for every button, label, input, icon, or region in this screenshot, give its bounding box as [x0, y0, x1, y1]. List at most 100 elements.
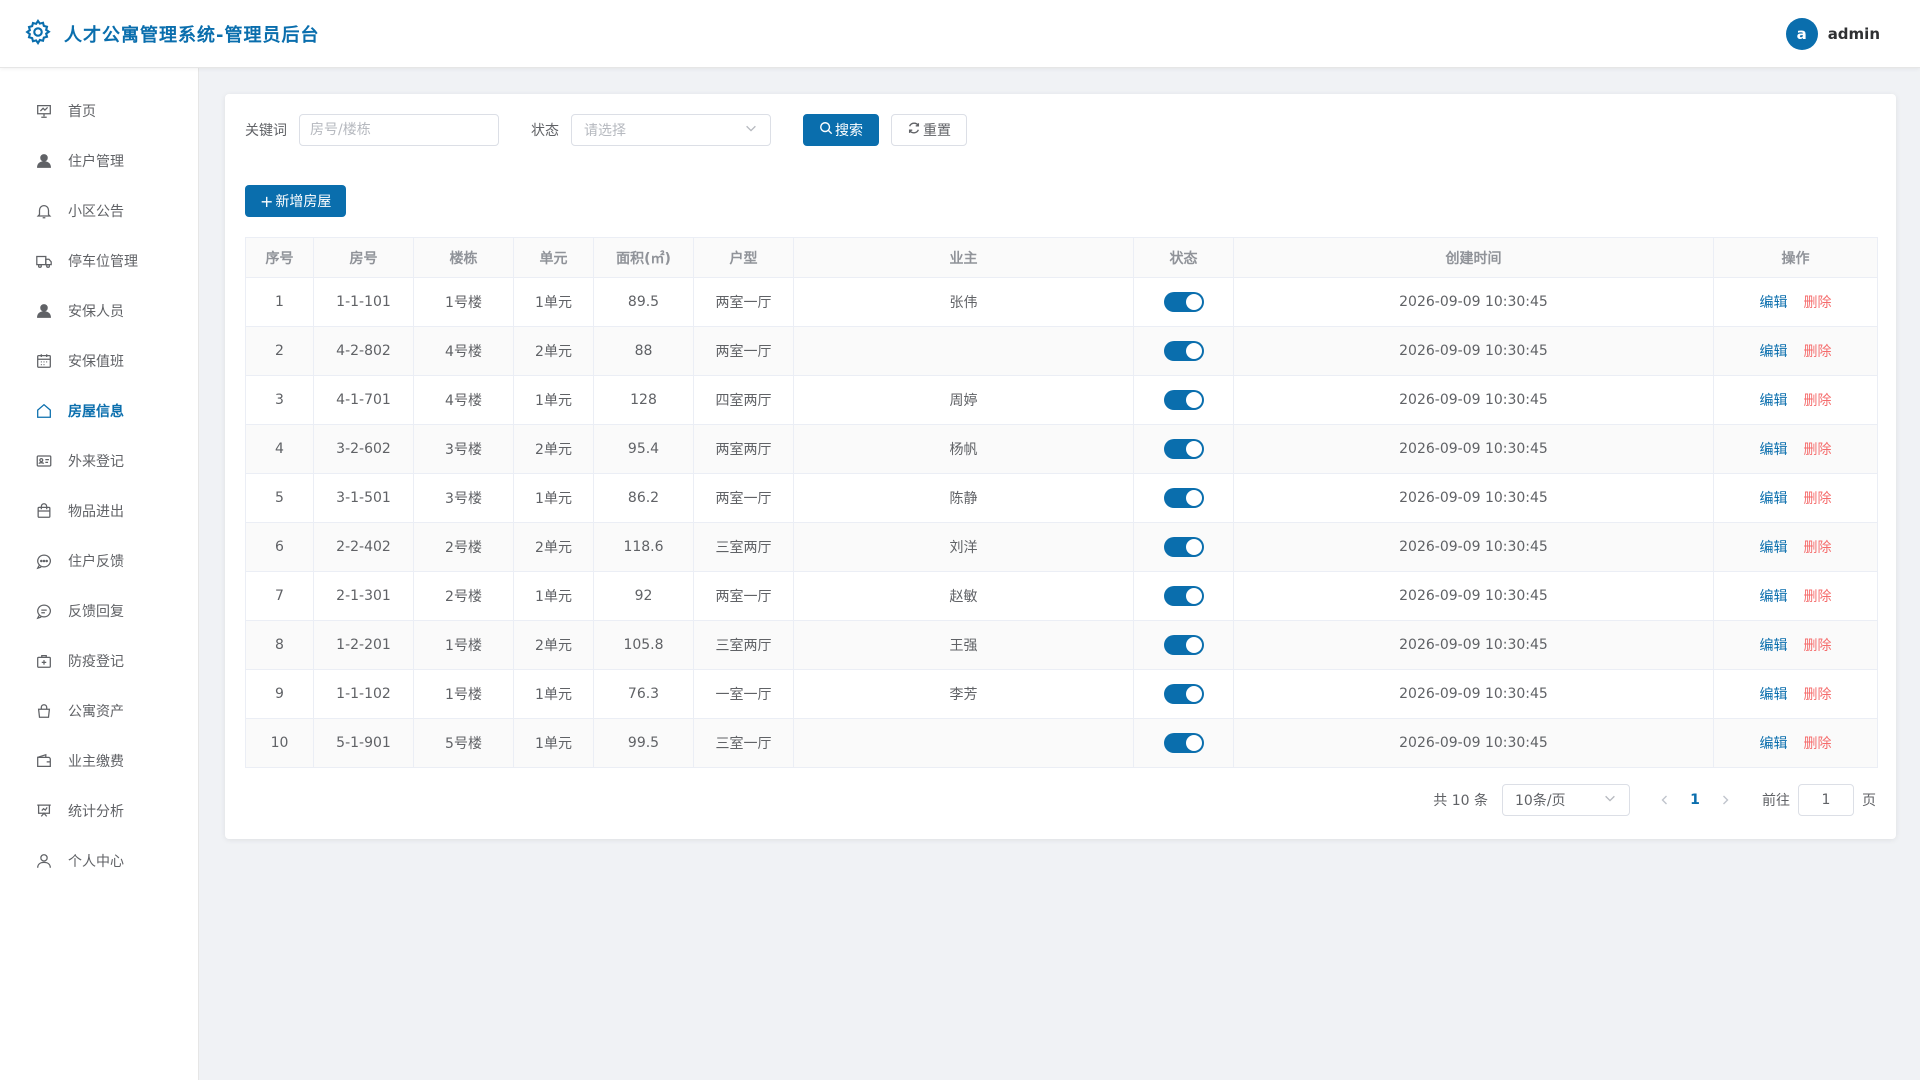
user-menu[interactable]: a admin: [1785, 17, 1880, 50]
goto-page-input[interactable]: [1798, 784, 1854, 816]
cell-unit: 2单元: [513, 424, 594, 474]
prev-page-button[interactable]: [1650, 784, 1680, 816]
cell-created: 2026-09-09 10:30:45: [1233, 620, 1714, 670]
status-toggle[interactable]: [1163, 586, 1204, 606]
keyword-input[interactable]: [299, 114, 499, 146]
sidebar-item[interactable]: 安保值班: [0, 336, 198, 386]
sidebar-item[interactable]: 首页: [0, 86, 198, 136]
sidebar-item[interactable]: 小区公告: [0, 186, 198, 236]
cell-room: 4-2-802: [313, 326, 414, 376]
sidebar-item[interactable]: 外来登记: [0, 436, 198, 486]
username[interactable]: admin: [1828, 25, 1880, 43]
edit-link[interactable]: 编辑: [1760, 344, 1788, 360]
main-card: 关键词 状态 请选择 搜索 重置 + 新增房屋: [225, 94, 1896, 839]
edit-link[interactable]: 编辑: [1760, 393, 1788, 409]
delete-link[interactable]: 删除: [1804, 491, 1832, 507]
delete-link[interactable]: 删除: [1804, 442, 1832, 458]
column-header: 业主: [793, 237, 1134, 278]
status-select-placeholder: 请选择: [584, 123, 626, 139]
cell-actions: 编辑 删除: [1713, 620, 1878, 670]
delete-link[interactable]: 删除: [1804, 638, 1832, 654]
cell-actions: 编辑 删除: [1713, 424, 1878, 474]
sidebar-item-label: 个人中心: [68, 854, 124, 870]
delete-link[interactable]: 删除: [1804, 736, 1832, 752]
delete-link[interactable]: 删除: [1804, 344, 1832, 360]
edit-link[interactable]: 编辑: [1760, 442, 1788, 458]
gear-icon[interactable]: [24, 18, 52, 50]
first-aid-kit-icon: [34, 651, 54, 671]
delete-link[interactable]: 删除: [1804, 393, 1832, 409]
sidebar: 首页 住户管理 小区公告停车位管理安保人员 安保值班房屋信息外来登记 物品进出住户反馈反…: [0, 68, 199, 1080]
column-header: 单元: [513, 237, 594, 278]
sidebar-item[interactable]: 业主缴费: [0, 736, 198, 786]
edit-link[interactable]: 编辑: [1760, 491, 1788, 507]
status-toggle[interactable]: [1163, 390, 1204, 410]
edit-link[interactable]: 编辑: [1760, 687, 1788, 703]
avatar[interactable]: a: [1785, 17, 1818, 50]
status-toggle[interactable]: [1163, 733, 1204, 753]
cell-building: 3号楼: [413, 473, 514, 523]
status-toggle[interactable]: [1163, 684, 1204, 704]
cell-owner: 张伟: [793, 277, 1134, 327]
sidebar-item[interactable]: 住户反馈: [0, 536, 198, 586]
sidebar-item[interactable]: 安保人员: [0, 286, 198, 336]
cell-area: 92: [593, 571, 694, 621]
delete-link[interactable]: 删除: [1804, 687, 1832, 703]
edit-link[interactable]: 编辑: [1760, 540, 1788, 556]
sidebar-item[interactable]: 房屋信息: [0, 386, 198, 436]
cell-building: 1号楼: [413, 669, 514, 719]
status-toggle[interactable]: [1163, 439, 1204, 459]
cell-area: 76.3: [593, 669, 694, 719]
status-toggle[interactable]: [1163, 537, 1204, 557]
sidebar-item[interactable]: 物品进出: [0, 486, 198, 536]
cell-room: 2-1-301: [313, 571, 414, 621]
goto-label: 前往: [1762, 793, 1790, 809]
status-toggle[interactable]: [1163, 635, 1204, 655]
next-page-button[interactable]: [1710, 784, 1740, 816]
cell-layout: 四室两厅: [693, 375, 794, 425]
cell-unit: 1单元: [513, 277, 594, 327]
edit-link[interactable]: 编辑: [1760, 295, 1788, 311]
cell-layout: 两室一厅: [693, 473, 794, 523]
cell-building: 3号楼: [413, 424, 514, 474]
cell-status: [1133, 669, 1234, 719]
sidebar-item-label: 住户反馈: [68, 554, 124, 570]
status-toggle[interactable]: [1163, 341, 1204, 361]
sidebar-item-label: 停车位管理: [68, 254, 138, 270]
edit-link[interactable]: 编辑: [1760, 736, 1788, 752]
cell-created: 2026-09-09 10:30:45: [1233, 326, 1714, 376]
sidebar-item[interactable]: 公寓资产: [0, 686, 198, 736]
user-solid-icon: [34, 151, 54, 171]
sidebar-item[interactable]: 个人中心: [0, 836, 198, 886]
status-toggle[interactable]: [1163, 488, 1204, 508]
status-toggle[interactable]: [1163, 292, 1204, 312]
reset-button-label: 重置: [923, 123, 951, 139]
delete-link[interactable]: 删除: [1804, 540, 1832, 556]
delete-link[interactable]: 删除: [1804, 589, 1832, 605]
page-size-select[interactable]: 10条/页: [1502, 784, 1630, 816]
cell-owner: 李芳: [793, 669, 1134, 719]
edit-link[interactable]: 编辑: [1760, 638, 1788, 654]
sidebar-item[interactable]: 住户管理: [0, 136, 198, 186]
column-header: 户型: [693, 237, 794, 278]
table-header-row: 序号 房号 楼栋 单元 面积(㎡) 户型 业主 状态 创建时间 操作: [245, 237, 1878, 278]
keyword-label: 关键词: [245, 123, 287, 139]
page-number-current[interactable]: 1: [1680, 784, 1710, 816]
search-button[interactable]: 搜索: [803, 114, 879, 146]
edit-link[interactable]: 编辑: [1760, 589, 1788, 605]
cell-created: 2026-09-09 10:30:45: [1233, 375, 1714, 425]
sidebar-item[interactable]: 停车位管理: [0, 236, 198, 286]
add-house-button[interactable]: + 新增房屋: [245, 185, 347, 217]
column-header: 房号: [313, 237, 414, 278]
sidebar-item[interactable]: 统计分析: [0, 786, 198, 836]
sidebar-item[interactable]: 反馈回复: [0, 586, 198, 636]
sidebar-item-label: 房屋信息: [68, 404, 124, 420]
sidebar-item[interactable]: 防疫登记: [0, 636, 198, 686]
cell-room: 1-2-201: [313, 620, 414, 670]
delete-link[interactable]: 删除: [1804, 295, 1832, 311]
sidebar-item-label: 反馈回复: [68, 604, 124, 620]
sidebar-item-label: 业主缴费: [68, 754, 124, 770]
reset-button[interactable]: 重置: [891, 114, 967, 146]
cell-layout: 三室两厅: [693, 522, 794, 572]
status-select[interactable]: 请选择: [571, 114, 771, 146]
